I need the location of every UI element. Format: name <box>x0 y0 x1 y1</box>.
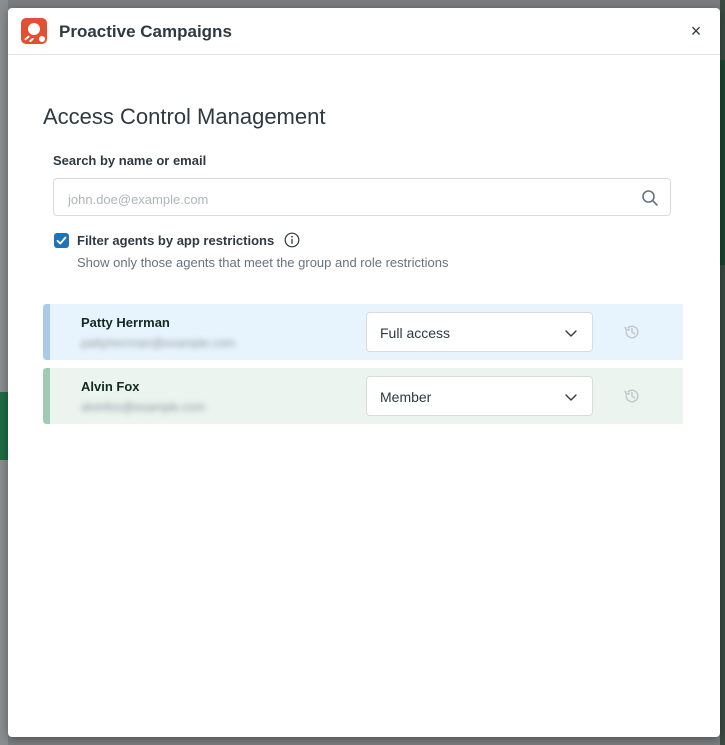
background-green-block <box>0 392 8 460</box>
background-right-block <box>720 60 725 265</box>
filter-checkbox[interactable] <box>54 233 69 248</box>
access-control-modal: Proactive Campaigns × Access Control Man… <box>8 8 720 737</box>
page-title: Access Control Management <box>43 104 326 129</box>
search-field[interactable] <box>53 178 671 216</box>
search-input[interactable] <box>66 188 630 210</box>
row-accent-bar <box>43 304 50 360</box>
chevron-down-icon <box>565 394 577 401</box>
agent-row: Alvin Fox alvinfox@example.com Member <box>43 368 683 424</box>
history-icon[interactable] <box>623 387 641 405</box>
role-dropdown-value: Member <box>380 389 432 405</box>
role-dropdown[interactable]: Member <box>366 376 593 416</box>
agent-name: Patty Herrman <box>81 315 170 330</box>
agent-row: Patty Herrman pattyherrman@example.com F… <box>43 304 683 360</box>
background-left-edge <box>0 0 8 745</box>
row-accent-bar <box>43 368 50 424</box>
history-icon[interactable] <box>623 323 641 341</box>
modal-title: Proactive Campaigns <box>59 22 232 41</box>
filter-hint: Show only those agents that meet the gro… <box>77 255 449 270</box>
checkmark-icon <box>56 236 67 245</box>
search-icon[interactable] <box>641 189 659 207</box>
proactive-campaigns-logo-icon <box>21 18 47 44</box>
role-dropdown-value: Full access <box>380 325 451 341</box>
role-dropdown[interactable]: Full access <box>366 312 593 352</box>
search-label: Search by name or email <box>53 153 207 168</box>
close-button[interactable]: × <box>686 21 706 41</box>
filter-label[interactable]: Filter agents by app restrictions <box>77 233 274 248</box>
info-icon[interactable] <box>284 232 300 248</box>
modal-header: Proactive Campaigns × <box>8 8 720 55</box>
agent-name: Alvin Fox <box>81 379 140 394</box>
agent-email: pattyherrman@example.com <box>81 336 236 350</box>
agent-email: alvinfox@example.com <box>81 400 206 414</box>
chevron-down-icon <box>565 330 577 337</box>
